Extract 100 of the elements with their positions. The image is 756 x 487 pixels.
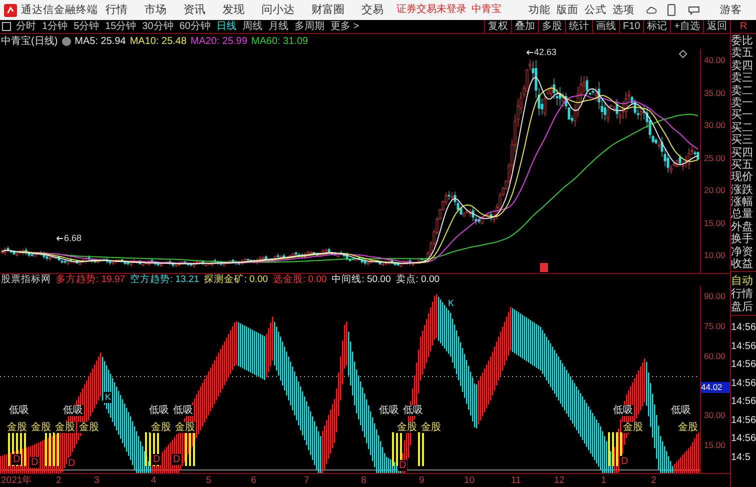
period-tab[interactable]: 分时 [16,22,36,32]
tool-button[interactable]: 标记 [643,20,670,34]
corner-label: R [730,20,756,34]
period-tab[interactable]: 15分钟 [105,22,136,32]
period-tab[interactable]: 5分钟 [74,22,100,32]
price-axis-label: 20.00 [704,186,726,194]
tool-button[interactable]: 复权 [484,20,511,34]
tool-button[interactable]: 叠加 [510,20,538,34]
menu-item[interactable]: 财富圈 [308,4,349,16]
period-tab[interactable]: 更多 > [330,22,360,32]
menu-item[interactable]: 公式 [582,4,608,16]
indicator-value: 空方趋势: 13.21 [130,275,200,285]
signal-label: D [30,457,40,468]
menu-item[interactable]: 选项 [610,4,636,16]
signal-label: 低吸 [378,405,400,416]
signal-label: 低吸 [402,405,424,416]
quote-label: 买四 [731,148,754,159]
menu-item[interactable]: 问小达 [258,4,299,16]
period-tab[interactable]: 周线 [242,22,262,32]
quote-label: 卖二 [731,86,754,97]
time-axis-label: 6 [251,476,256,486]
time-axis-label: 5 [206,476,212,486]
chart-title: 中青宝(日线) [1,36,58,46]
signal-label: 金股 [420,422,442,433]
tool-button[interactable]: 画线 [592,20,619,34]
indicator-axis-label: 15.00 [704,441,726,450]
menu-item[interactable]: 资讯 [180,4,210,16]
login-status-text: 中青宝 [472,5,502,15]
signal-label: 低吸 [62,405,84,416]
tool-button[interactable]: 多股 [538,20,565,34]
signal-label: 金股 [622,422,644,433]
menu-item[interactable]: 交易 [358,4,388,16]
tool-button[interactable]: +自选 [670,20,703,34]
time-axis-label: 3 [94,476,100,486]
quote-label: 换手 [731,234,754,246]
quote-label: 现价 [731,172,754,184]
period-tab[interactable]: 日线 [216,22,236,32]
signal-label: 低吸 [612,405,634,416]
moving-average-value: MA20: 25.99 [190,36,248,46]
tool-button[interactable]: F10 [618,20,644,34]
time-axis-label: 1 [601,476,606,486]
mode-tab[interactable]: 盘后 [731,301,756,314]
price-axis-label: 40.00 [704,56,726,64]
indicator-axis-label: 75.00 [704,322,726,330]
time-axis-label: 2 [56,476,62,486]
period-tab[interactable]: 多周期 [294,22,324,32]
signal-label: K [447,298,456,309]
menu-item[interactable]: 功能 [526,4,552,16]
signal-label: 金股 [174,422,196,433]
quote-label: 卖四 [731,60,754,72]
time-axis-label: 2021年 [1,476,32,486]
period-tab[interactable]: 60分钟 [179,22,210,32]
period-tab[interactable]: 1分钟 [42,22,68,32]
quote-label: 外盘 [731,222,754,233]
menu-item[interactable]: 行情 [102,4,132,16]
period-tab[interactable]: 月线 [268,22,288,32]
time-axis-label: 7 [304,476,310,486]
trade-time: 14:56 [731,340,756,354]
signal-label: 低吸 [172,405,194,416]
menu-item[interactable]: 版面 [554,4,580,16]
signal-label: D [152,454,162,465]
menu-item[interactable]: 市场 [140,4,171,16]
indicator-value: 股票指标网 [1,275,51,285]
signal-label: 低吸 [670,405,692,416]
moving-average-value: MA10: 25.48 [130,36,187,46]
trade-time: 14:5 [731,450,752,464]
quote-label: 买五 [731,160,754,171]
trade-time: 14:56 [731,432,756,446]
price-axis-label: 15.00 [704,218,726,227]
signal-label: 金股 [677,422,699,433]
signal-label: D [12,454,22,465]
period-tab[interactable]: 30分钟 [142,22,174,32]
quote-label: 委比 [731,36,754,47]
high-price-label: 42.63 [534,48,557,57]
quote-label: 涨跌 [731,184,754,196]
tool-button[interactable]: 统计 [564,20,592,34]
signal-label: 金股 [150,422,172,433]
login-status-text: 证券交易未登录 [396,5,467,15]
quote-label: 买三 [731,135,754,147]
quote-label: 买二 [731,122,754,134]
indicator-axis-label: 30.00 [704,411,726,420]
trade-time: 14:56 [731,376,756,390]
mode-tab[interactable]: 自动 [731,275,756,288]
time-axis-label: 10 [464,476,475,486]
trade-time: 14:56 [731,395,756,409]
indicator-value: 中间线: 50.00 [332,275,391,285]
quote-label: 卖一 [731,98,754,109]
quote-label: 净资 [731,246,754,258]
quote-label: 涨幅 [731,197,754,208]
user-name[interactable]: 游客 [720,4,742,16]
mode-tab[interactable]: 行情 [731,288,756,301]
time-axis-label: 11 [511,476,521,486]
menu-item[interactable]: 发现 [218,4,249,16]
time-axis-label: 12 [554,476,565,486]
quote-label: 卖三 [731,73,754,85]
signal-label: D [398,460,408,471]
tool-button[interactable]: 返回 [703,20,730,34]
price-axis-label: 25.00 [704,154,726,162]
signal-label: 金股 [30,422,52,433]
indicator-value: 多方趋势: 19.97 [56,275,126,285]
